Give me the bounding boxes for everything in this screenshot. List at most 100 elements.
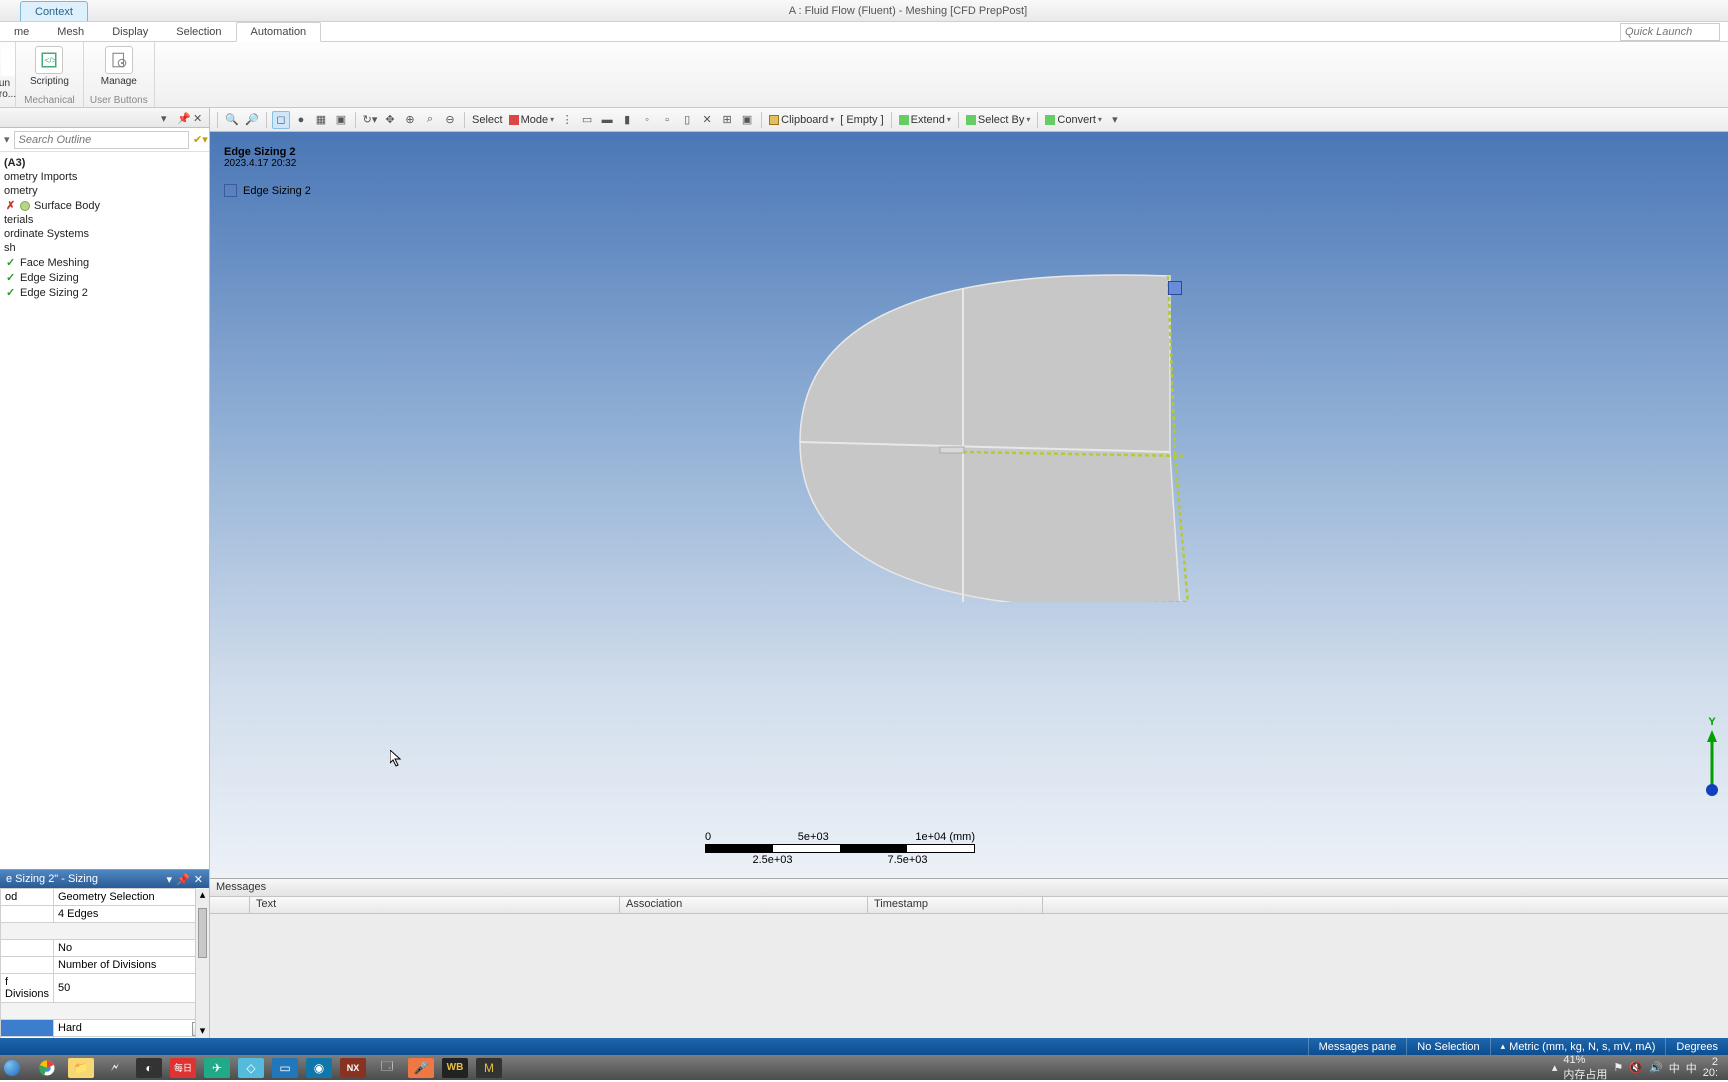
outline-search-clear-icon[interactable]: ✔▾ <box>193 133 205 146</box>
quick-launch-input[interactable] <box>1620 23 1720 41</box>
taskbar-app5-icon[interactable]: ◇ <box>238 1058 264 1078</box>
iso-icon[interactable]: ▣ <box>332 111 350 129</box>
taskbar-wb-icon[interactable]: WB <box>442 1058 468 1078</box>
geometry-body[interactable] <box>610 202 1310 602</box>
details-close-icon[interactable]: ✕ <box>194 873 203 886</box>
tab-home[interactable]: me <box>0 23 43 41</box>
tree-root[interactable]: (A3) <box>0 156 209 170</box>
viewport-triad[interactable]: Y <box>1702 716 1722 798</box>
select-mode-label[interactable]: Select <box>470 114 505 126</box>
outline-search-input[interactable] <box>14 131 189 149</box>
messages-body[interactable] <box>210 914 1728 1038</box>
scripting-button[interactable]: </> Scripting <box>22 42 77 87</box>
outline-filter-dropdown[interactable]: ▾ <box>4 133 10 146</box>
detail-row-divisions[interactable]: f Divisions50 <box>1 974 209 1003</box>
tray-flag-icon[interactable]: ⚑ <box>1613 1061 1623 1074</box>
tree-geometry-imports[interactable]: ometry Imports <box>0 170 209 184</box>
outline-tree[interactable]: (A3) ometry Imports ometry ✗Surface Body… <box>0 152 209 869</box>
taskbar-app8-icon[interactable]: 🗔 <box>374 1058 400 1078</box>
tree-face-meshing[interactable]: ✓Face Meshing <box>0 255 209 270</box>
detail-row-scoping-method[interactable]: odGeometry Selection <box>1 889 209 906</box>
viewport-3d[interactable]: Edge Sizing 2 2023.4.17 20:32 Edge Sizin… <box>210 132 1728 878</box>
selection-handle[interactable] <box>1168 281 1182 295</box>
tab-automation[interactable]: Automation <box>236 22 322 42</box>
tree-surface-body[interactable]: ✗Surface Body <box>0 198 209 213</box>
misc-filter-icon[interactable]: ✕ <box>698 111 716 129</box>
manage-button[interactable]: Manage <box>93 42 145 87</box>
tray-ime2[interactable]: 中 <box>1686 1060 1697 1076</box>
convert-aux-dropdown[interactable]: ▾ <box>1106 111 1124 129</box>
taskbar-mic-icon[interactable]: 🎤 <box>408 1058 434 1078</box>
details-pin-icon[interactable]: 📌 <box>176 873 190 886</box>
status-units[interactable]: ▴Metric (mm, kg, N, s, mV, mA) <box>1490 1038 1666 1055</box>
taskbar-app3-icon[interactable]: 每日 <box>170 1058 196 1078</box>
messages-col-blank[interactable] <box>210 897 250 913</box>
tray-clock[interactable]: 2 20: <box>1703 1057 1718 1079</box>
details-table[interactable]: odGeometry Selection 4 Edges No Number o… <box>0 888 209 1038</box>
outline-pin-icon[interactable]: 📌 <box>177 112 189 124</box>
details-dropdown-icon[interactable]: ▾ <box>167 873 173 886</box>
wireframe-icon[interactable]: ▦ <box>312 111 330 129</box>
zoom-icon[interactable]: 🔎 <box>243 111 261 129</box>
body-filter-icon[interactable]: ▮ <box>618 111 636 129</box>
convert-dropdown[interactable]: Convert▾ <box>1043 114 1104 126</box>
extend-dropdown[interactable]: Extend▾ <box>897 114 953 126</box>
detail-row-type[interactable]: Number of Divisions <box>1 957 209 974</box>
system-tray[interactable]: ▴ 41%内存占用 ⚑ 🔇 🔊 中 中 2 20: <box>1552 1054 1724 1082</box>
vertex-filter-icon[interactable]: ⋮ <box>558 111 576 129</box>
tree-edge-sizing-2[interactable]: ✓Edge Sizing 2 <box>0 285 209 300</box>
taskbar-ansys-icon[interactable]: M <box>476 1058 502 1078</box>
pan-icon[interactable]: ✥ <box>381 111 399 129</box>
zoom-box-icon[interactable]: ⌕ <box>421 111 439 129</box>
edge-filter-icon[interactable]: ▭ <box>578 111 596 129</box>
face-filter-icon[interactable]: ▬ <box>598 111 616 129</box>
coord-filter-icon[interactable]: ▯ <box>678 111 696 129</box>
tab-display[interactable]: Display <box>98 23 162 41</box>
detail-row-geometry[interactable]: 4 Edges <box>1 906 209 923</box>
run-macro-button[interactable]: un ro... <box>0 44 16 100</box>
status-messages-pane[interactable]: Messages pane <box>1308 1038 1407 1055</box>
tree-materials[interactable]: terials <box>0 213 209 227</box>
taskbar-app1-icon[interactable]: 🗲 <box>102 1058 128 1078</box>
tree-mesh[interactable]: sh <box>0 241 209 255</box>
details-scrollbar[interactable]: ▴ ▾ <box>195 888 209 1038</box>
tray-network-icon[interactable]: 🔇 <box>1629 1061 1643 1074</box>
outline-dropdown-icon[interactable]: ▾ <box>161 112 173 124</box>
status-selection[interactable]: No Selection <box>1406 1038 1489 1055</box>
taskbar-explorer-icon[interactable]: 📁 <box>68 1058 94 1078</box>
outline-close-icon[interactable]: ✕ <box>193 112 205 124</box>
rotate-icon[interactable]: ↻▾ <box>361 111 379 129</box>
tray-ime1[interactable]: 中 <box>1669 1060 1680 1076</box>
tab-mesh[interactable]: Mesh <box>43 23 98 41</box>
misc3-filter-icon[interactable]: ▣ <box>738 111 756 129</box>
tree-geometry[interactable]: ometry <box>0 184 209 198</box>
detail-row-behavior[interactable]: Hard▾ <box>1 1020 209 1037</box>
zoom-fit-icon[interactable]: 🔍 <box>223 111 241 129</box>
selectby-dropdown[interactable]: Select By▾ <box>964 114 1032 126</box>
messages-col-text[interactable]: Text <box>250 897 620 913</box>
context-tab[interactable]: Context <box>20 1 88 21</box>
misc2-filter-icon[interactable]: ⊞ <box>718 111 736 129</box>
shaded-icon[interactable]: ● <box>292 111 310 129</box>
status-degrees[interactable]: Degrees <box>1665 1038 1728 1055</box>
tray-volume-icon[interactable]: 🔊 <box>1649 1061 1663 1074</box>
taskbar-nx-icon[interactable]: NX <box>340 1058 366 1078</box>
tray-expand-icon[interactable]: ▴ <box>1552 1061 1558 1074</box>
clipboard-dropdown[interactable]: Clipboard▾ <box>767 114 836 126</box>
detail-row-suppressed[interactable]: No <box>1 940 209 957</box>
start-button[interactable] <box>4 1060 20 1076</box>
tree-edge-sizing[interactable]: ✓Edge Sizing <box>0 270 209 285</box>
clipboard-empty[interactable]: [ Empty ] <box>838 114 885 126</box>
taskbar-app7-icon[interactable]: ◉ <box>306 1058 332 1078</box>
taskbar-chrome-icon[interactable] <box>34 1058 60 1078</box>
tree-coordinate-systems[interactable]: ordinate Systems <box>0 227 209 241</box>
messages-col-association[interactable]: Association <box>620 897 868 913</box>
taskbar-app4-icon[interactable]: ✈ <box>204 1058 230 1078</box>
zoom-out-icon[interactable]: ⊖ <box>441 111 459 129</box>
zoom-in-icon[interactable]: ⊕ <box>401 111 419 129</box>
messages-col-timestamp[interactable]: Timestamp <box>868 897 1043 913</box>
taskbar-app2-icon[interactable]: ◐ <box>136 1058 162 1078</box>
messages-header[interactable]: Messages <box>210 879 1728 897</box>
taskbar-app6-icon[interactable]: ▭ <box>272 1058 298 1078</box>
tab-selection[interactable]: Selection <box>162 23 235 41</box>
